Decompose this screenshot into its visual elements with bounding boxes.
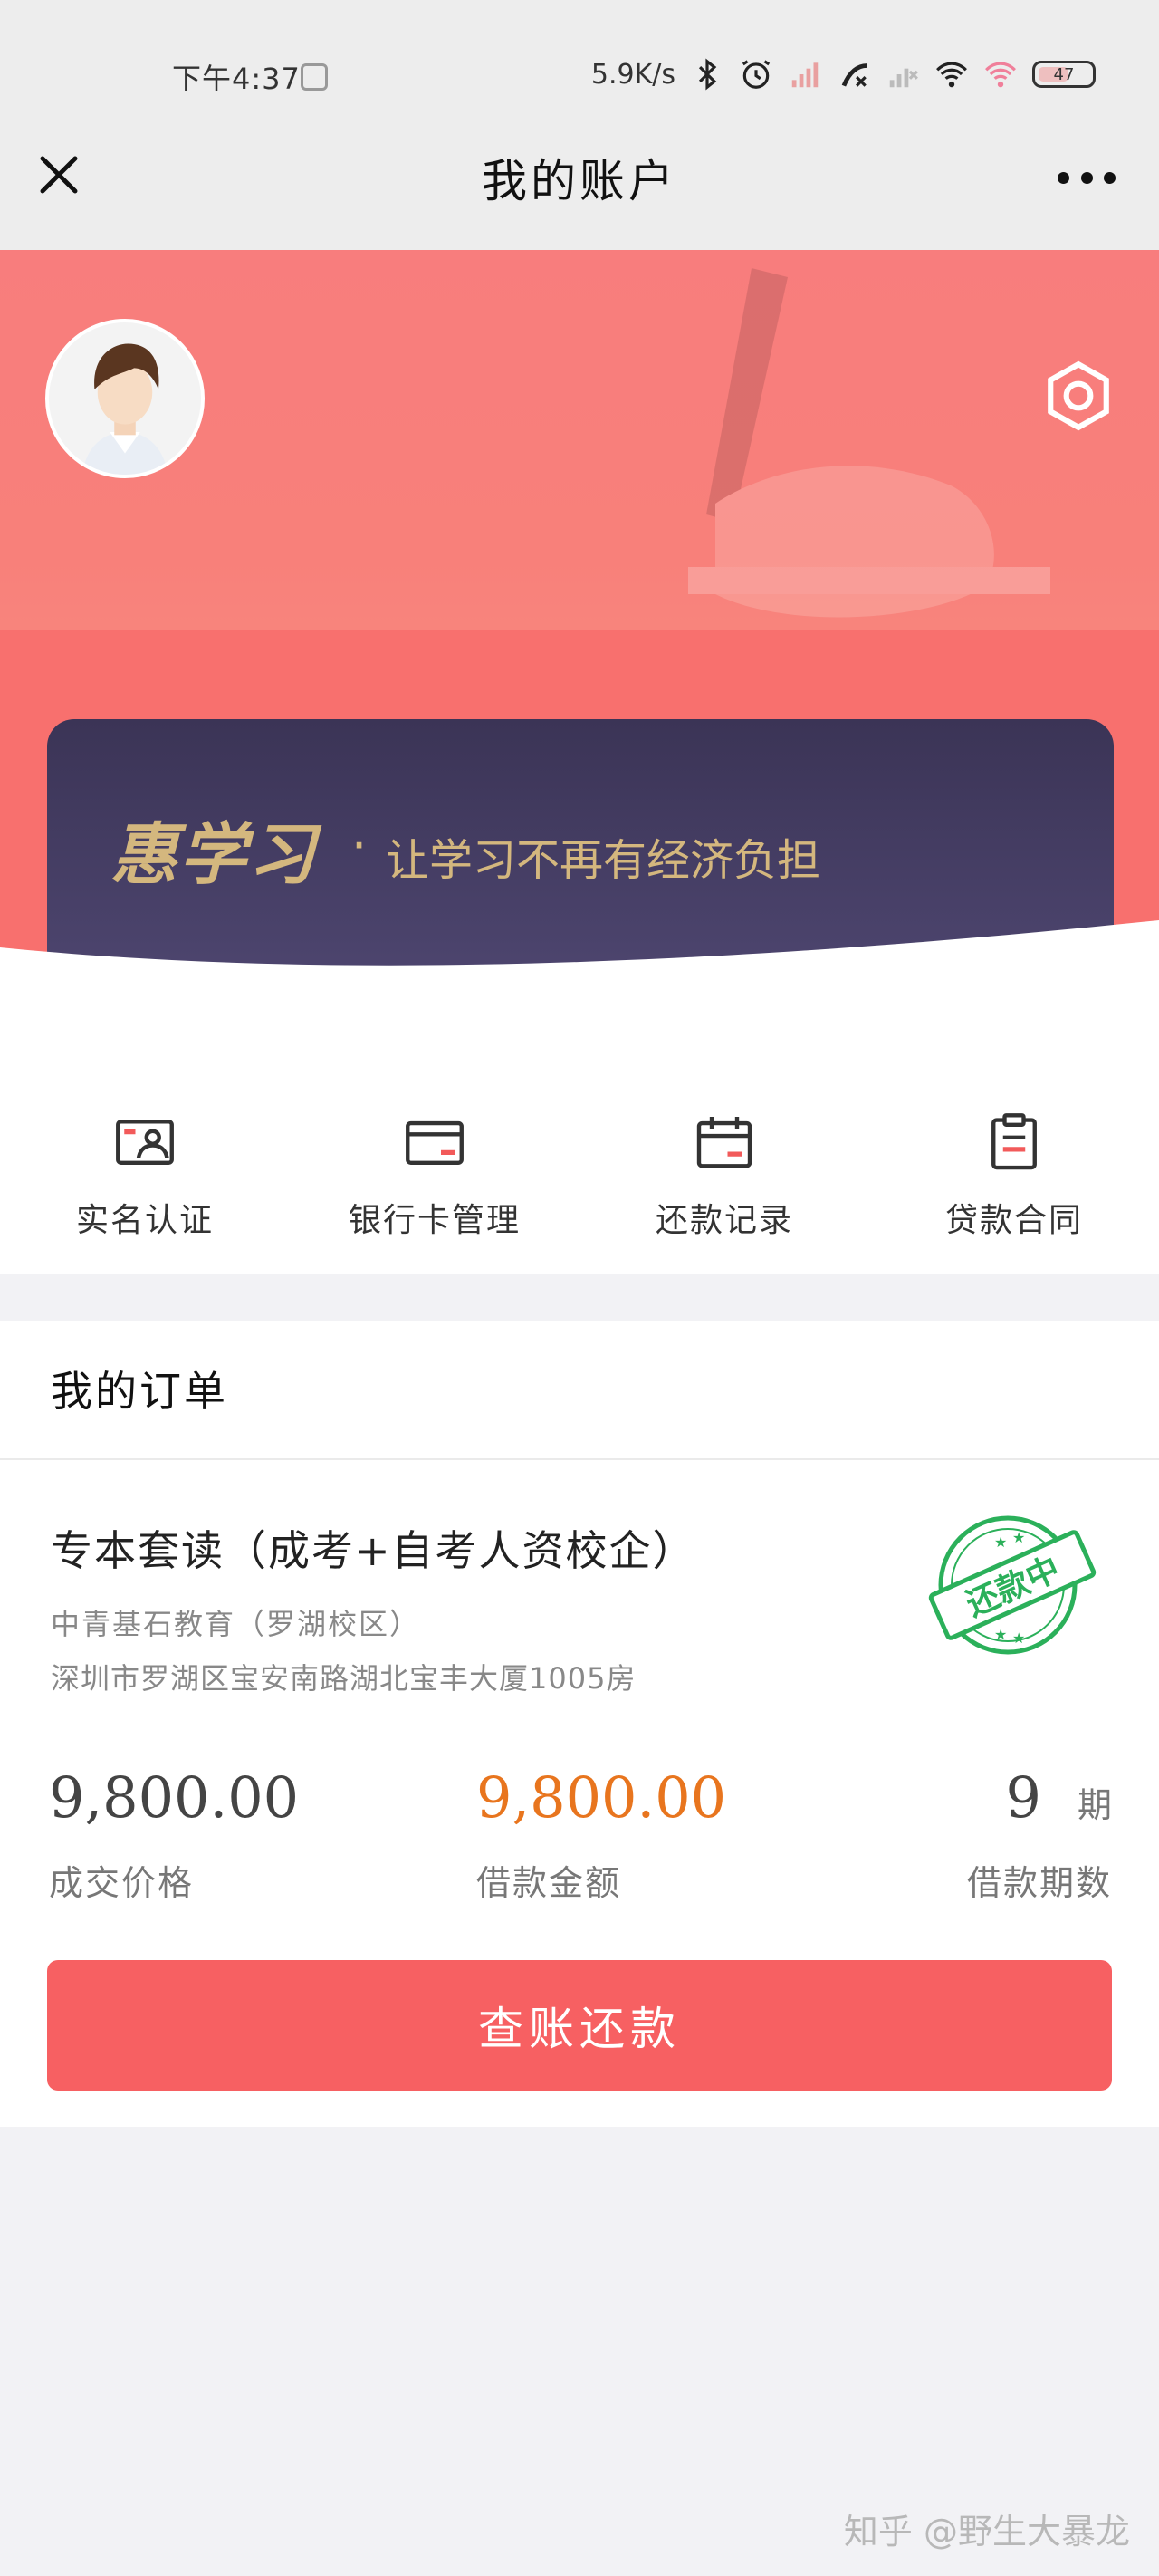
nav-bar: 我的账户	[0, 118, 1159, 250]
loan-amount-label: 借款金额	[476, 1863, 622, 1903]
pen-writing-image	[688, 268, 1050, 618]
svg-text:★: ★	[994, 1626, 1007, 1643]
installments-value: 9期	[1006, 1764, 1112, 1831]
order-course-name: 专本套读（成考+自考人资校企）	[51, 1526, 696, 1575]
promo-separator: ·	[351, 817, 368, 874]
action-bank-card[interactable]: 银行卡管理	[290, 1110, 580, 1246]
installments-count: 9	[1005, 1764, 1041, 1831]
watermark: 知乎 @野生大暴龙	[843, 2512, 1130, 2552]
installments-label: 借款期数	[966, 1863, 1112, 1903]
deal-price-label: 成交价格	[49, 1863, 195, 1903]
5g-signal-icon	[791, 62, 819, 88]
hotspot-icon	[985, 62, 1016, 88]
order-address: 深圳市罗湖区宝安南路湖北宝丰大厦1005房	[51, 1661, 637, 1696]
installments-unit: 期	[1077, 1785, 1112, 1825]
wifi-icon	[936, 62, 967, 88]
wave-divider	[0, 920, 1159, 1020]
action-label: 还款记录	[655, 1202, 793, 1239]
deal-price-value: 9,800.00	[49, 1764, 300, 1831]
action-label: 银行卡管理	[348, 1202, 521, 1239]
promo-slogan: 让学习不再有经济负担	[386, 835, 821, 886]
my-orders: 我的订单 专本套读（成考+自考人资校企） 中青基石教育（罗湖校区） 深圳市罗湖区…	[0, 1321, 1159, 2127]
svg-text:★: ★	[1012, 1529, 1025, 1546]
battery-level: 47	[1053, 64, 1075, 84]
order-school: 中青基石教育（罗湖校区）	[51, 1607, 421, 1641]
account-header: 惠学习 · 让学习不再有经济负担	[0, 250, 1159, 1020]
settings-icon[interactable]	[1041, 359, 1116, 433]
signal-icon	[889, 68, 918, 88]
page-title: 我的账户	[482, 155, 677, 207]
battery-icon: 47	[1032, 61, 1096, 88]
svg-text:★: ★	[994, 1533, 1007, 1551]
check-and-repay-button[interactable]: 查账还款	[47, 1960, 1112, 2091]
orders-title: 我的订单	[51, 1367, 228, 1416]
action-label: 贷款合同	[944, 1202, 1083, 1239]
loan-amount-value: 9,800.00	[476, 1764, 727, 1831]
calendar-icon	[696, 1117, 752, 1168]
notification-icon	[301, 63, 328, 91]
bluetooth-icon	[698, 58, 717, 91]
bank-card-icon	[406, 1120, 464, 1165]
user-avatar[interactable]	[45, 319, 205, 478]
more-icon[interactable]	[1058, 170, 1116, 185]
quick-actions: 实名认证 银行卡管理 还款记录 贷款合同	[0, 1020, 1159, 1274]
alarm-icon	[742, 60, 771, 89]
promo-brand: 惠学习	[110, 816, 317, 894]
contract-icon	[991, 1113, 1037, 1170]
divider	[0, 1458, 1159, 1460]
network-speed: 5.9K/s	[590, 58, 675, 91]
svg-text:★: ★	[1012, 1629, 1025, 1647]
no-sim-icon	[841, 63, 867, 87]
status-time: 下午4:37	[172, 62, 301, 96]
action-identity[interactable]: 实名认证	[0, 1110, 290, 1246]
repaying-stamp: 还款中 ★ ★ ★ ★	[928, 1515, 1097, 1655]
action-loan-contract[interactable]: 贷款合同	[869, 1110, 1159, 1246]
action-repayment-records[interactable]: 还款记录	[580, 1110, 869, 1246]
action-label: 实名认证	[75, 1202, 214, 1239]
status-icons: 5.9K/s 47	[591, 56, 1096, 92]
id-card-icon	[116, 1120, 174, 1165]
